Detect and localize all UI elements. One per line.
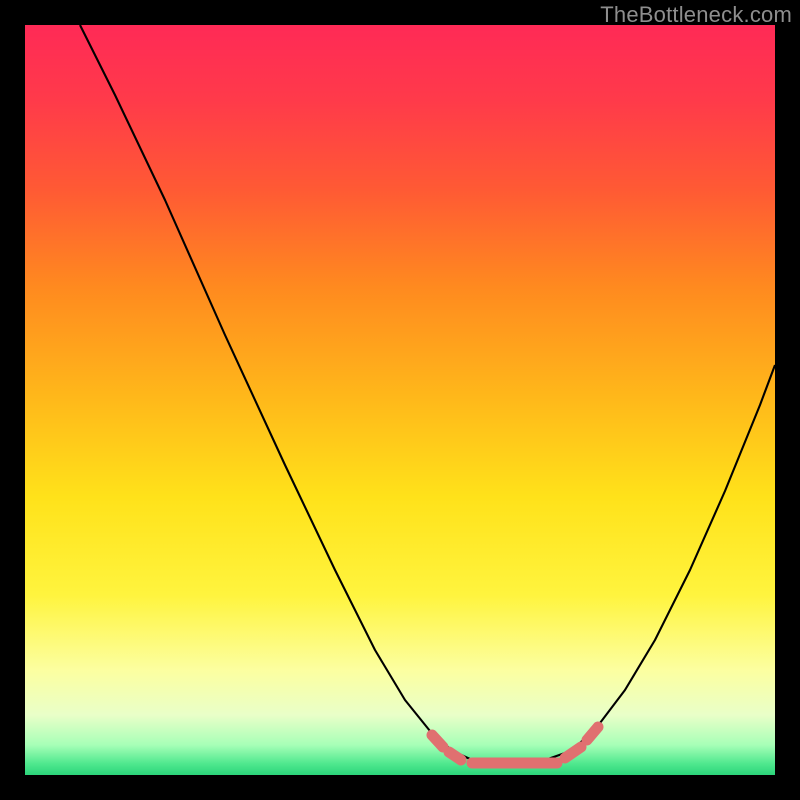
chart-svg	[25, 25, 775, 775]
bottleneck-curve	[80, 25, 775, 764]
valley-highlight	[432, 727, 598, 763]
plot-area	[25, 25, 775, 775]
outer-frame: TheBottleneck.com	[0, 0, 800, 800]
watermark-text: TheBottleneck.com	[600, 2, 792, 28]
